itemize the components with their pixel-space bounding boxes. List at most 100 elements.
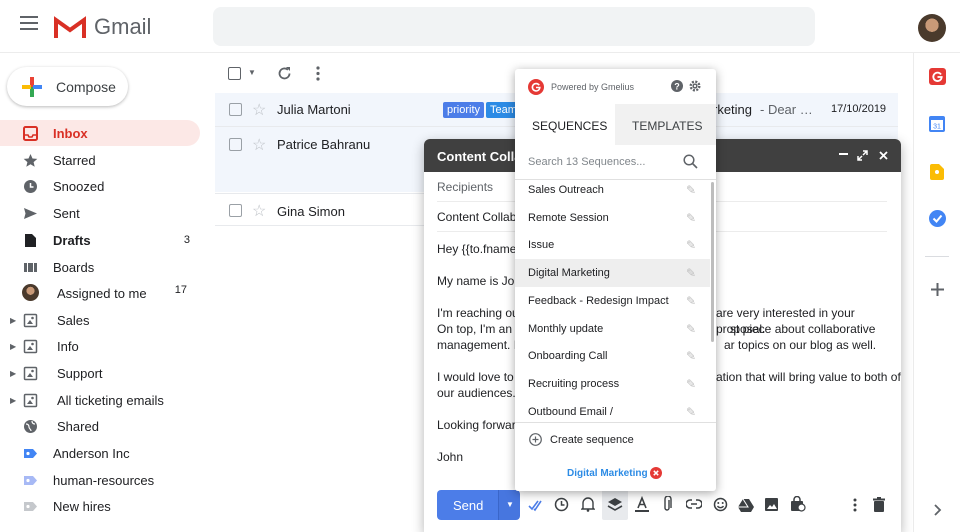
expand-arrow-icon[interactable]: ▶	[10, 369, 16, 378]
search-bar[interactable]	[213, 7, 815, 46]
sequence-item[interactable]: Monthly update ✎	[515, 315, 710, 343]
body-line[interactable]: I would love to g	[437, 369, 524, 385]
body-line[interactable]: On top, I'm an a	[437, 321, 522, 337]
body-line[interactable]: st piece about collaborative	[730, 321, 875, 337]
sidebar-item-boards[interactable]: Boards	[0, 254, 200, 280]
sidebar-item-inbox[interactable]: Inbox	[0, 120, 200, 146]
sidebar-item-sales[interactable]: ▶ Sales	[0, 307, 200, 333]
sequence-item[interactable]: Sales Outreach ✎	[515, 176, 710, 204]
tab-sequences[interactable]: SEQUENCES	[515, 104, 615, 145]
minimize-icon[interactable]	[839, 153, 848, 155]
drive-icon[interactable]	[738, 498, 754, 512]
compose-button[interactable]: Compose	[7, 67, 128, 106]
add-icon[interactable]	[931, 283, 944, 296]
label-badge[interactable]: priority	[443, 102, 485, 118]
scrollbar[interactable]	[711, 182, 714, 342]
tasks-icon[interactable]	[929, 210, 946, 227]
edit-pencil-icon[interactable]: ✎	[686, 266, 696, 280]
body-line[interactable]: John	[437, 449, 463, 465]
select-dropdown-icon[interactable]: ▼	[248, 68, 256, 77]
sequence-item[interactable]: Feedback - Redesign Impact ✎	[515, 287, 710, 315]
expand-arrow-icon[interactable]: ▶	[10, 396, 16, 405]
account-avatar[interactable]	[918, 14, 946, 42]
select-all-checkbox[interactable]	[228, 67, 241, 80]
edit-pencil-icon[interactable]: ✎	[686, 238, 696, 252]
bell-icon[interactable]	[581, 496, 595, 512]
sequence-button[interactable]	[602, 490, 628, 520]
calendar-icon[interactable]: 31	[929, 116, 945, 132]
chevron-right-icon[interactable]	[934, 504, 942, 516]
edit-pencil-icon[interactable]: ✎	[686, 377, 696, 391]
sequence-item[interactable]: Onboarding Call ✎	[515, 342, 710, 370]
sidebar-item-new-hires[interactable]: New hires	[0, 493, 200, 519]
refresh-icon[interactable]	[277, 66, 292, 81]
sidebar-item-all-ticketing-emails[interactable]: ▶ All ticketing emails	[0, 387, 200, 413]
remove-x-circle-icon[interactable]	[650, 467, 662, 479]
recipients-field[interactable]: Recipients	[437, 179, 493, 195]
help-icon[interactable]: ?	[671, 80, 683, 92]
sidebar-item-label: Anderson Inc	[53, 445, 130, 461]
body-line[interactable]: our audiences.	[437, 385, 516, 401]
attach-icon[interactable]	[662, 496, 672, 513]
sidebar-item-starred[interactable]: Starred	[0, 147, 200, 173]
star-outline-icon[interactable]: ☆	[252, 135, 266, 155]
schedule-clock-icon[interactable]	[554, 497, 569, 512]
keep-icon[interactable]	[930, 164, 944, 180]
search-icon[interactable]	[683, 154, 698, 169]
sequence-item-selected[interactable]: Digital Marketing ✎	[515, 259, 710, 287]
edit-pencil-icon[interactable]: ✎	[686, 294, 696, 308]
sequence-search[interactable]: Search 13 Sequences...	[515, 145, 716, 179]
edit-pencil-icon[interactable]: ✎	[686, 211, 696, 225]
star-outline-icon[interactable]: ☆	[252, 201, 266, 221]
sidebar-item-drafts[interactable]: Drafts 3	[0, 227, 200, 253]
expand-arrow-icon[interactable]: ▶	[10, 342, 16, 351]
close-icon[interactable]	[879, 151, 888, 160]
sidebar-item-support[interactable]: ▶ Support	[0, 360, 200, 386]
sidebar-item-info[interactable]: ▶ Info	[0, 333, 200, 359]
sidebar-item-human-resources[interactable]: human-resources	[0, 467, 200, 493]
row-checkbox[interactable]	[229, 138, 242, 151]
confidential-mode-icon[interactable]	[790, 496, 806, 512]
trash-icon[interactable]	[873, 497, 885, 512]
menu-icon[interactable]	[20, 16, 38, 30]
edit-pencil-icon[interactable]: ✎	[686, 183, 696, 197]
tab-templates[interactable]: TEMPLATES	[615, 104, 716, 145]
edit-pencil-icon[interactable]: ✎	[686, 405, 696, 419]
body-line[interactable]: management. It	[437, 337, 520, 353]
sequence-item[interactable]: Recruiting process ✎	[515, 370, 710, 398]
send-options-button[interactable]: ▼	[498, 490, 520, 520]
edit-pencil-icon[interactable]: ✎	[686, 322, 696, 336]
row-checkbox[interactable]	[229, 103, 242, 116]
gmail-logo[interactable]: Gmail	[54, 14, 151, 40]
text-format-icon[interactable]	[635, 496, 649, 512]
expand-arrow-icon[interactable]: ▶	[10, 316, 16, 325]
sequence-item[interactable]: Remote Session ✎	[515, 204, 710, 232]
row-checkbox[interactable]	[229, 204, 242, 217]
sidebar-item-anderson-inc[interactable]: Anderson Inc	[0, 440, 200, 466]
body-line[interactable]: I'm reaching out	[437, 305, 522, 321]
sidebar-item-snoozed[interactable]: Snoozed	[0, 173, 200, 199]
expand-icon[interactable]	[857, 150, 868, 161]
sidebar-item-shared[interactable]: Shared	[0, 413, 200, 439]
gmelius-icon[interactable]	[929, 68, 946, 85]
sidebar-item-assigned-to-me[interactable]: Assigned to me 17	[0, 280, 200, 306]
subject-field[interactable]: Content Collab	[437, 209, 516, 225]
more-options-icon[interactable]	[853, 498, 857, 512]
sequences-popup[interactable]: Powered by Gmelius ? SEQUENCES TEMPLATES…	[515, 69, 716, 491]
draft-file-icon	[25, 234, 36, 247]
body-line[interactable]: Looking forward	[437, 417, 522, 433]
star-outline-icon[interactable]: ☆	[252, 100, 266, 120]
link-icon[interactable]	[686, 499, 702, 509]
emoji-icon[interactable]	[713, 497, 728, 512]
sidebar-item-sent[interactable]: Sent	[0, 200, 200, 226]
body-line[interactable]: ation that will bring value to both of	[716, 369, 901, 385]
edit-pencil-icon[interactable]: ✎	[686, 349, 696, 363]
more-vert-icon[interactable]	[316, 66, 320, 81]
sequence-item[interactable]: Issue ✎	[515, 231, 710, 259]
sidebar-item-label: New hires	[53, 498, 111, 514]
double-check-icon[interactable]	[528, 498, 544, 512]
body-line[interactable]: ar topics on our blog as well.	[724, 337, 876, 353]
insert-photo-icon[interactable]	[764, 497, 779, 512]
create-sequence-button[interactable]: Create sequence	[515, 425, 716, 453]
settings-gear-icon[interactable]	[689, 80, 701, 92]
